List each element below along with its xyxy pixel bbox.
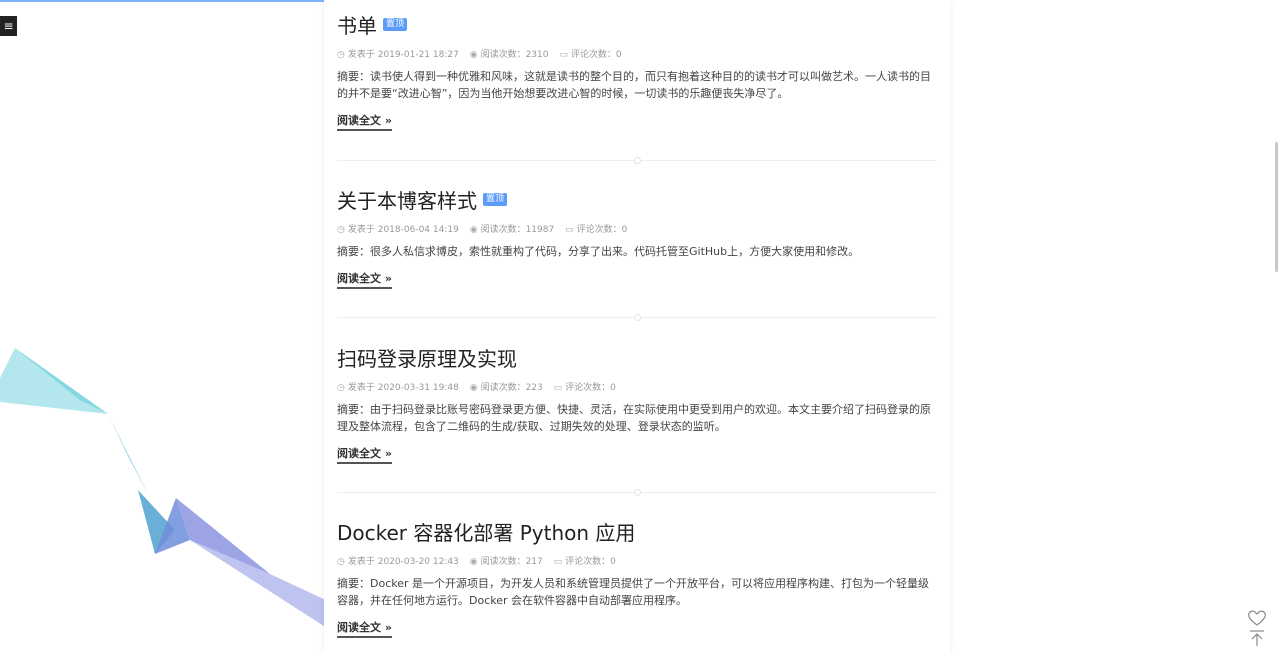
scrollbar-thumb[interactable] [1275, 142, 1278, 272]
post-meta: ◷ 发表于 2020-03-31 19:48 ◉ 阅读次数：223 ▭ 评论次数：0 [337, 380, 937, 393]
post-summary: 摘要：读书使人得到一种优雅和风味，这就是读书的整个目的，而只有抱着这种目的的读书… [337, 70, 931, 100]
decorative-ribbon [0, 348, 330, 630]
comment-icon: ▭ [553, 557, 563, 567]
comment-icon: ▭ [565, 225, 574, 235]
eye-icon: ◉ [469, 557, 478, 567]
post-date: 发表于 2020-03-31 19:48 [347, 383, 459, 393]
clock-icon: ◷ [337, 383, 345, 393]
post-comments: 评论次数：0 [565, 557, 616, 567]
menu-toggle-button[interactable]: ≡ [0, 16, 17, 36]
post-title[interactable]: 关于本博客样式 [337, 185, 477, 214]
read-more-link[interactable]: 阅读全文 » [337, 619, 392, 638]
eye-icon: ◉ [469, 383, 478, 393]
post-meta: ◷ 发表于 2019-01-21 18:27 ◉ 阅读次数：2310 ▭ 评论次数：0 [337, 47, 937, 60]
clock-icon: ◷ [337, 50, 345, 60]
post-list: 书单 置顶 ◷ 发表于 2019-01-21 18:27 ◉ 阅读次数：2310 ▭… [324, 0, 950, 653]
eye-icon: ◉ [469, 225, 478, 235]
heart-icon[interactable] [1247, 609, 1267, 631]
post-title[interactable]: Docker 容器化部署 Python 应用 [337, 517, 635, 546]
post-summary: 摘要：由于扫码登录比账号密码登录更方便、快捷、灵活，在实际使用中更受到用户的欢迎… [337, 403, 931, 433]
post-comments: 评论次数：0 [576, 225, 628, 235]
post-views: 阅读次数：217 [480, 557, 543, 567]
post-comments: 评论次数：0 [565, 383, 616, 393]
post-views: 阅读次数：223 [480, 383, 543, 393]
post-date: 发表于 2020-03-20 12:43 [347, 557, 459, 567]
pinned-badge: 置顶 [383, 18, 408, 31]
eye-icon: ◉ [469, 50, 478, 60]
post-divider [337, 489, 937, 496]
post-views: 阅读次数：2310 [480, 50, 549, 60]
post-summary: 摘要：Docker 是一个开源项目，为开发人员和系统管理员提供了一个开放平台，可… [337, 577, 930, 607]
post-title[interactable]: 扫码登录原理及实现 [337, 343, 517, 372]
clock-icon: ◷ [337, 225, 345, 235]
back-to-top-icon[interactable] [1247, 629, 1267, 651]
read-more-link[interactable]: 阅读全文 » [337, 112, 392, 131]
post-item: 关于本博客样式 置顶 ◷ 发表于 2018-06-04 14:19 ◉ 阅读次数：1… [337, 185, 937, 289]
read-more-link[interactable]: 阅读全文 » [337, 445, 392, 464]
comment-icon: ▭ [559, 50, 568, 60]
post-divider [337, 157, 937, 164]
post-meta: ◷ 发表于 2020-03-20 12:43 ◉ 阅读次数：217 ▭ 评论次数：0 [337, 554, 937, 567]
post-divider [337, 314, 937, 321]
post-item: 扫码登录原理及实现 ◷ 发表于 2020-03-31 19:48 ◉ 阅读次数：22… [337, 343, 937, 464]
post-item: Docker 容器化部署 Python 应用 ◷ 发表于 2020-03-20 1… [337, 517, 937, 638]
post-summary: 摘要：很多人私信求博皮，索性就重构了代码，分享了出来。代码托管至GitHub上，… [337, 245, 860, 258]
clock-icon: ◷ [337, 557, 345, 567]
post-item: 书单 置顶 ◷ 发表于 2019-01-21 18:27 ◉ 阅读次数：2310 ▭… [337, 10, 937, 131]
post-views: 阅读次数：11987 [480, 225, 555, 235]
read-more-link[interactable]: 阅读全文 » [337, 270, 392, 289]
post-title[interactable]: 书单 [337, 10, 377, 39]
post-meta: ◷ 发表于 2018-06-04 14:19 ◉ 阅读次数：11987 ▭ 评论次数：… [337, 222, 937, 235]
post-date: 发表于 2018-06-04 14:19 [347, 225, 459, 235]
reading-progress-bar [0, 0, 344, 2]
comment-icon: ▭ [553, 383, 563, 393]
post-comments: 评论次数：0 [570, 50, 622, 60]
post-date: 发表于 2019-01-21 18:27 [347, 50, 459, 60]
pinned-badge: 置顶 [483, 193, 508, 206]
